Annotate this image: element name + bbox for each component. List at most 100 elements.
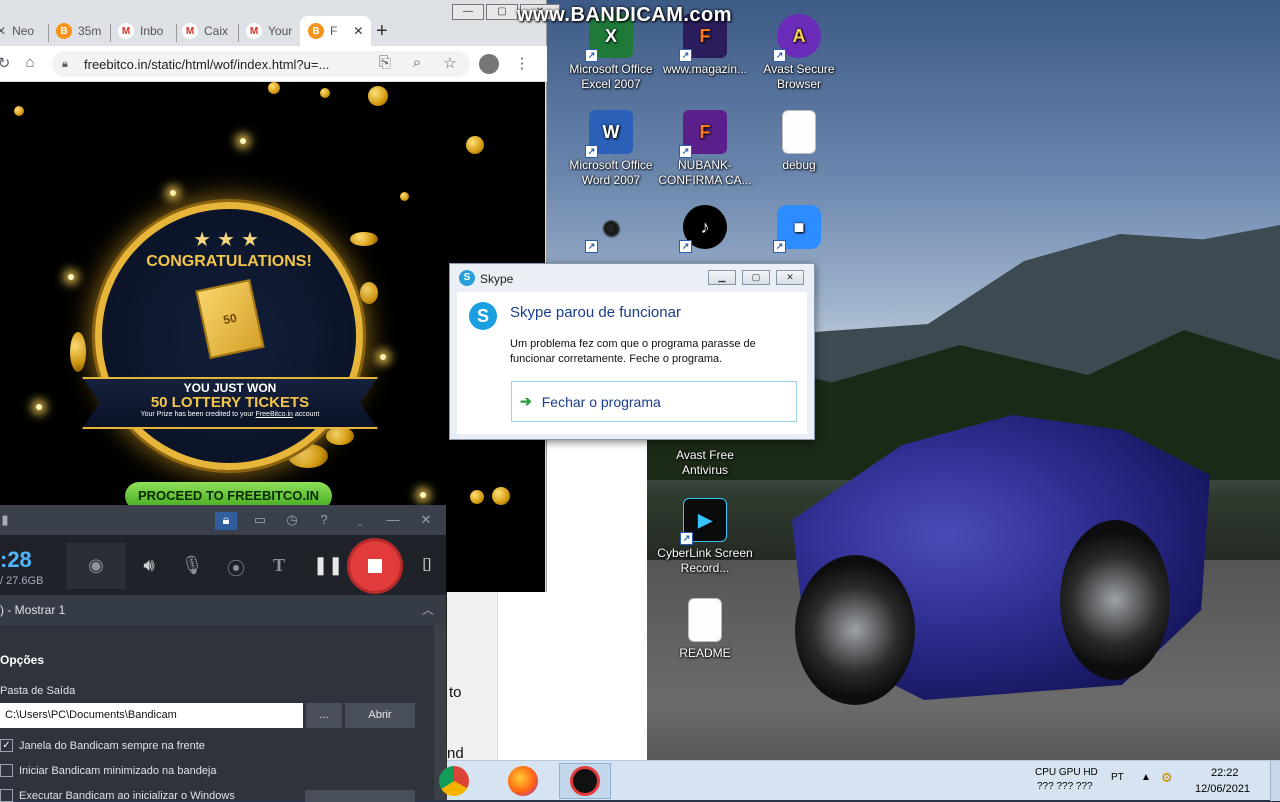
tab-label: 35m bbox=[78, 24, 102, 38]
tab-your[interactable]: M Your bbox=[246, 16, 292, 46]
show-hidden-icons-icon[interactable]: ▲ bbox=[1141, 772, 1151, 783]
advanced-button[interactable] bbox=[305, 790, 415, 802]
options-heading: Opções bbox=[0, 653, 45, 667]
gmail-icon: M bbox=[118, 23, 134, 39]
taskbar-firefox[interactable] bbox=[497, 763, 549, 799]
zoom-icon[interactable]: ⌕ bbox=[407, 54, 427, 71]
recording-controls: :28 / 27.6GB ◉ 🔊︎ 🎙︎ ⦿ T ❚❚ ⌷ bbox=[0, 535, 446, 595]
recording-timer: :28 bbox=[0, 547, 32, 572]
cursor-icon[interactable]: ⦿ bbox=[224, 555, 248, 581]
dialog-body: S Skype parou de funcionar Um problema f… bbox=[457, 292, 807, 434]
minimize-button[interactable]: ▁ bbox=[708, 270, 736, 285]
language-indicator[interactable]: PT bbox=[1111, 772, 1124, 783]
tiktok-icon: ♪ ↗ bbox=[679, 205, 727, 253]
desktop-icon-nubank-link[interactable]: F ↗ NUBANK- CONFIRMA CA... bbox=[657, 110, 753, 188]
close-icon[interactable]: ✕ bbox=[0, 24, 6, 38]
gmail-icon: M bbox=[182, 23, 198, 39]
pause-icon[interactable]: ❚❚ bbox=[313, 555, 343, 576]
desktop-icon-debug[interactable]: debug bbox=[751, 110, 847, 173]
prize-line-2: 50 LOTTERY TICKETS bbox=[150, 394, 310, 411]
freebitcoin-link[interactable]: FreeBitco.in bbox=[256, 411, 293, 418]
prize-line-3: Your Prize has been credited to your Fre… bbox=[140, 411, 320, 418]
close-program-label: Fechar o programa bbox=[541, 393, 661, 410]
close-icon[interactable]: ✕ bbox=[415, 512, 437, 530]
tab-caixa[interactable]: M Caix bbox=[182, 16, 228, 46]
new-tab-button[interactable]: + bbox=[376, 16, 388, 46]
desktop-icon-label: Avast Free Antivirus bbox=[676, 448, 734, 477]
profile-avatar[interactable] bbox=[479, 54, 499, 74]
dialog-title: Skype bbox=[480, 272, 514, 286]
url-text: freebitco.in/static/html/wof/index.html?… bbox=[84, 56, 330, 72]
minimize-icon[interactable]: — bbox=[382, 512, 404, 530]
desktop-icon-tiktok[interactable]: ♪ ↗ bbox=[657, 205, 753, 253]
skype-error-dialog: S Skype ▁ ▢ ✕ S Skype parou de funcionar… bbox=[449, 263, 815, 440]
desktop-icon-avast-browser[interactable]: A ↗ Avast Secure Browser bbox=[751, 14, 847, 92]
desktop-icon-label: Microsoft Office Excel 2007 bbox=[569, 62, 653, 91]
prize-medal: ★★★ CONGRATULATIONS! 50 bbox=[95, 202, 363, 470]
tab-label: Caix bbox=[204, 24, 229, 38]
chevron-up-icon[interactable]: ︿ bbox=[422, 595, 434, 625]
lock-icon[interactable]: 🔒︎ bbox=[215, 512, 237, 530]
capture-target-row[interactable]: ) - Mostrar 1 ︿ bbox=[0, 595, 446, 625]
webcam-icon[interactable]: ◉ bbox=[84, 555, 108, 576]
desktop-icon-word[interactable]: W ↗ Microsoft Office Word 2007 bbox=[563, 110, 659, 188]
avast-browser-icon: A ↗ bbox=[773, 14, 821, 62]
desktop-icon-label: www.magazin... bbox=[662, 62, 748, 76]
taskbar-chrome[interactable] bbox=[439, 763, 469, 799]
desktop-icon-label: CyberLink Screen Record... bbox=[657, 546, 753, 575]
chrome-icon bbox=[439, 766, 469, 796]
desktop-icon-readme[interactable]: README bbox=[657, 598, 753, 661]
close-icon[interactable]: ✕ bbox=[353, 24, 363, 38]
word-icon: W ↗ bbox=[585, 110, 633, 158]
desktop-icon-label: README bbox=[679, 646, 731, 660]
tab-inbox[interactable]: M Inbo bbox=[118, 16, 163, 46]
open-folder-button[interactable]: Abrir bbox=[345, 703, 415, 728]
tab-neo[interactable]: ✕ Neo bbox=[0, 16, 34, 46]
text-overlay-icon[interactable]: T bbox=[267, 555, 291, 576]
camera-icon[interactable]: ⌷ bbox=[415, 555, 439, 576]
help-icon[interactable]: ? bbox=[313, 512, 335, 530]
show-desktop-button[interactable] bbox=[1270, 761, 1280, 801]
translate-icon[interactable]: ⎘ bbox=[375, 54, 395, 71]
tab-label: F bbox=[330, 24, 338, 38]
output-folder-field[interactable]: C:\Users\PC\Documents\Bandicam bbox=[0, 703, 303, 728]
tab-freebitcoin-active[interactable]: B F ✕ bbox=[300, 16, 372, 46]
close-program-button[interactable]: ➔ Fechar o programa bbox=[511, 381, 797, 422]
microphone-icon[interactable]: 🎙︎ bbox=[180, 555, 204, 576]
text-file-icon bbox=[782, 110, 816, 154]
folder-icon[interactable]: ▭ bbox=[249, 512, 271, 530]
stop-record-button[interactable] bbox=[347, 538, 403, 594]
window-text-fragment: to bbox=[449, 684, 462, 701]
home-icon[interactable]: ⌂ bbox=[20, 54, 40, 71]
clock-date[interactable]: 12/06/2021 bbox=[1195, 783, 1250, 795]
checkbox-icon bbox=[0, 764, 13, 777]
browser-toolbar: ↻ ⌂ 🔒︎ freebitco.in/static/html/wof/inde… bbox=[0, 46, 547, 82]
desktop-icon-cyberlink[interactable]: ▶ ↗ CyberLink Screen Record... bbox=[657, 498, 753, 576]
options-panel: Opções Pasta de Saída C:\Users\PC\Docume… bbox=[0, 625, 446, 802]
clock-icon[interactable]: ◷ bbox=[281, 512, 303, 530]
browse-button[interactable]: ... bbox=[306, 703, 342, 728]
desktop-icon-unknown-app[interactable]: ◉ ↗ bbox=[563, 205, 659, 253]
output-folder-label: Pasta de Saída bbox=[0, 685, 76, 697]
collapse-icon[interactable]: ˍ bbox=[349, 512, 371, 530]
run-at-startup-checkbox[interactable]: Executar Bandicam ao inicializar o Windo… bbox=[0, 789, 235, 802]
firefox-icon: F ↗ bbox=[679, 110, 727, 158]
reload-icon[interactable]: ↻ bbox=[0, 54, 14, 72]
skype-small-icon: S bbox=[459, 270, 475, 286]
always-on-top-checkbox[interactable]: ✓ Janela do Bandicam sempre na frente bbox=[0, 739, 205, 752]
bookmark-star-icon[interactable]: ☆ bbox=[440, 54, 460, 72]
lock-icon: 🔒︎ bbox=[62, 58, 68, 70]
clock-time[interactable]: 22:22 bbox=[1211, 767, 1239, 779]
desktop-icon-zoom[interactable]: ■ ↗ bbox=[751, 205, 847, 253]
tab-35m[interactable]: B 35m bbox=[56, 16, 101, 46]
taskbar-bandicam[interactable] bbox=[559, 763, 611, 799]
bandicam-window: ▮ 🔒︎ ▭ ◷ ? ˍ — ✕ :28 / 27.6GB ◉ 🔊︎ 🎙︎ ⦿ … bbox=[0, 505, 446, 802]
speaker-icon[interactable]: 🔊︎ bbox=[137, 555, 161, 576]
menu-icon[interactable]: ⋮ bbox=[512, 54, 532, 72]
start-minimized-checkbox[interactable]: Iniciar Bandicam minimizado na bandeja bbox=[0, 764, 217, 777]
close-button[interactable]: ✕ bbox=[776, 270, 804, 285]
dialog-message: Um problema fez com que o programa paras… bbox=[510, 338, 756, 365]
maximize-button[interactable]: ▢ bbox=[742, 270, 770, 285]
network-icon[interactable]: ⚙ bbox=[1161, 770, 1173, 786]
bandicam-logo-icon: ▮ bbox=[1, 512, 9, 527]
